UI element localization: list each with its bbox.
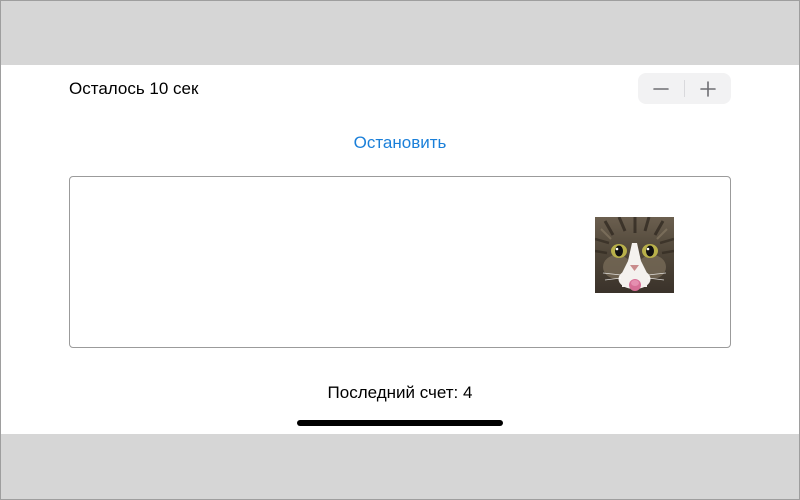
app-screen: Осталось 10 сек Остановить Последний сче…: [1, 65, 799, 434]
cat-target-image[interactable]: [595, 217, 674, 293]
minus-icon: [653, 87, 669, 90]
last-score-label: Последний счет: 4: [327, 383, 473, 402]
stepper-increment-button[interactable]: [685, 73, 731, 104]
time-remaining-label: Осталось 10 сек: [69, 79, 199, 98]
home-indicator[interactable]: [297, 420, 503, 426]
stepper-decrement-button[interactable]: [638, 73, 684, 104]
stop-button[interactable]: Остановить: [1, 132, 799, 154]
game-field: [69, 176, 731, 348]
plus-icon: [700, 80, 716, 97]
cat-face-icon: [595, 217, 674, 293]
time-stepper: [638, 73, 731, 104]
